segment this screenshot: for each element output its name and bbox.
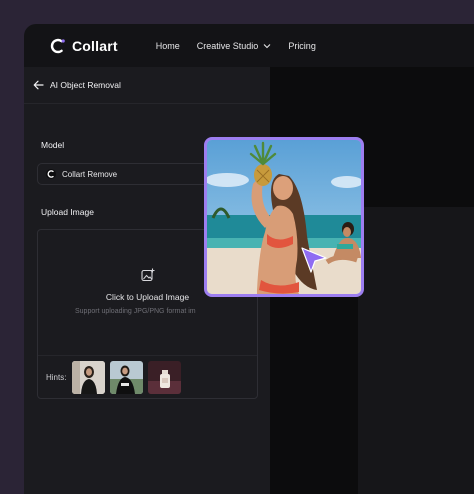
pointer-cursor-icon bbox=[301, 247, 327, 273]
preview-image-card[interactable] bbox=[204, 137, 364, 297]
nav-creative-studio-label: Creative Studio bbox=[196, 40, 259, 51]
arrow-left-icon[interactable] bbox=[33, 80, 44, 90]
chevron-down-icon bbox=[263, 43, 271, 48]
image-add-icon bbox=[141, 268, 155, 282]
upload-section-label: Upload Image bbox=[41, 207, 94, 217]
page-title: AI Object Removal bbox=[50, 80, 121, 90]
hint-thumbnail[interactable] bbox=[72, 361, 106, 394]
collart-logo-icon bbox=[50, 38, 65, 53]
nav-home[interactable]: Home bbox=[156, 41, 180, 51]
model-value: Collart Remove bbox=[62, 169, 118, 179]
brand-logo[interactable]: Collart bbox=[50, 38, 118, 54]
back-header: AI Object Removal bbox=[24, 67, 270, 104]
model-section-label: Model bbox=[41, 140, 65, 150]
canvas-panel bbox=[358, 207, 474, 494]
hints-row: Hints: bbox=[38, 355, 257, 399]
main-nav: Home Creative Studio Pricing bbox=[156, 41, 333, 51]
nav-creative-studio[interactable]: Creative Studio bbox=[197, 41, 272, 51]
beach-photo bbox=[207, 140, 361, 294]
model-logo-icon bbox=[46, 169, 56, 179]
hint-thumbnail[interactable] bbox=[110, 361, 144, 394]
nav-pricing[interactable]: Pricing bbox=[288, 41, 316, 51]
hints-label: Hints: bbox=[46, 373, 67, 382]
top-navigation: Collart Home Creative Studio Pricing bbox=[24, 24, 474, 68]
upload-subtitle: Support uploading JPG/PNG format im bbox=[75, 308, 196, 315]
brand-name: Collart bbox=[72, 37, 118, 54]
hint-thumbnail[interactable] bbox=[148, 361, 182, 394]
